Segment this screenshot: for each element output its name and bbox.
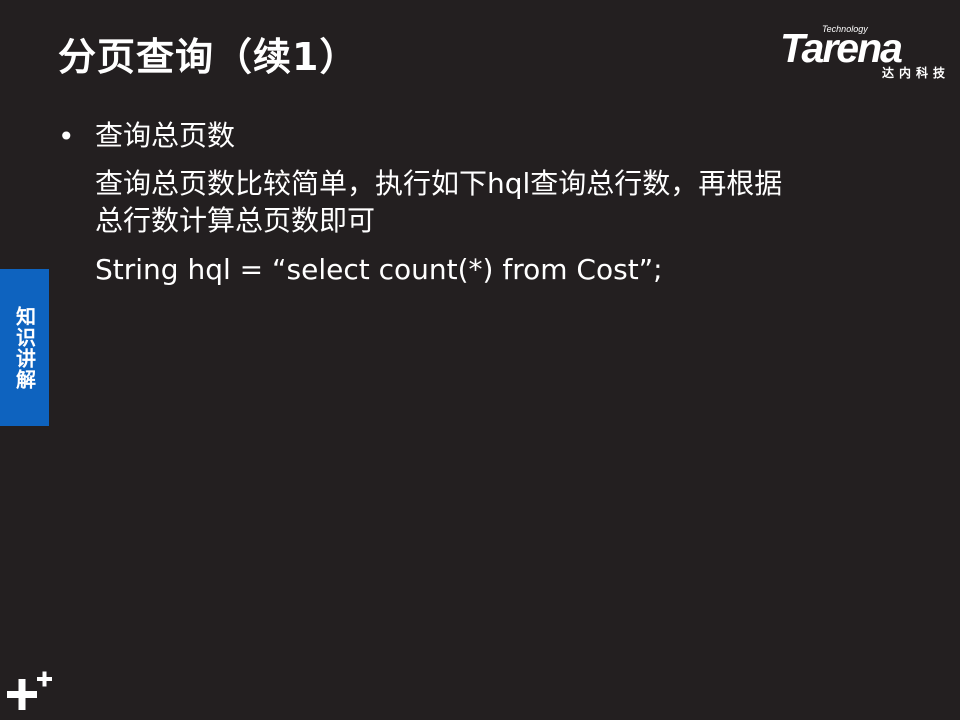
body-text-line-2: 总行数计算总页数即可 bbox=[95, 203, 376, 237]
bullet-icon: • bbox=[58, 120, 75, 153]
side-tab-label: 知识讲解 bbox=[12, 305, 37, 390]
tarena-logo: Technology Tarena 达内科技 bbox=[780, 22, 950, 84]
page-title: 分页查询（续1） bbox=[58, 35, 359, 79]
body-text-line-1: 查询总页数比较简单，执行如下hql查询总行数，再根据 bbox=[95, 167, 783, 200]
slide: 分页查询（续1） Technology Tarena 达内科技 知识讲解 • 查… bbox=[0, 0, 960, 720]
bullet-item: • 查询总页数 bbox=[58, 118, 898, 158]
bullet-heading: 查询总页数 bbox=[95, 119, 236, 152]
slide-content: • 查询总页数 查询总页数比较简单，执行如下hql查询总行数，再根据 总行数计算… bbox=[58, 118, 898, 289]
logo-chinese-text: 达内科技 bbox=[881, 66, 950, 80]
logo-wordmark: Tarena bbox=[780, 25, 903, 71]
knowledge-section-tab: 知识讲解 bbox=[0, 269, 49, 426]
code-example: String hql = “select count(*) from Cost”… bbox=[95, 252, 663, 286]
plus-icon bbox=[7, 671, 52, 710]
